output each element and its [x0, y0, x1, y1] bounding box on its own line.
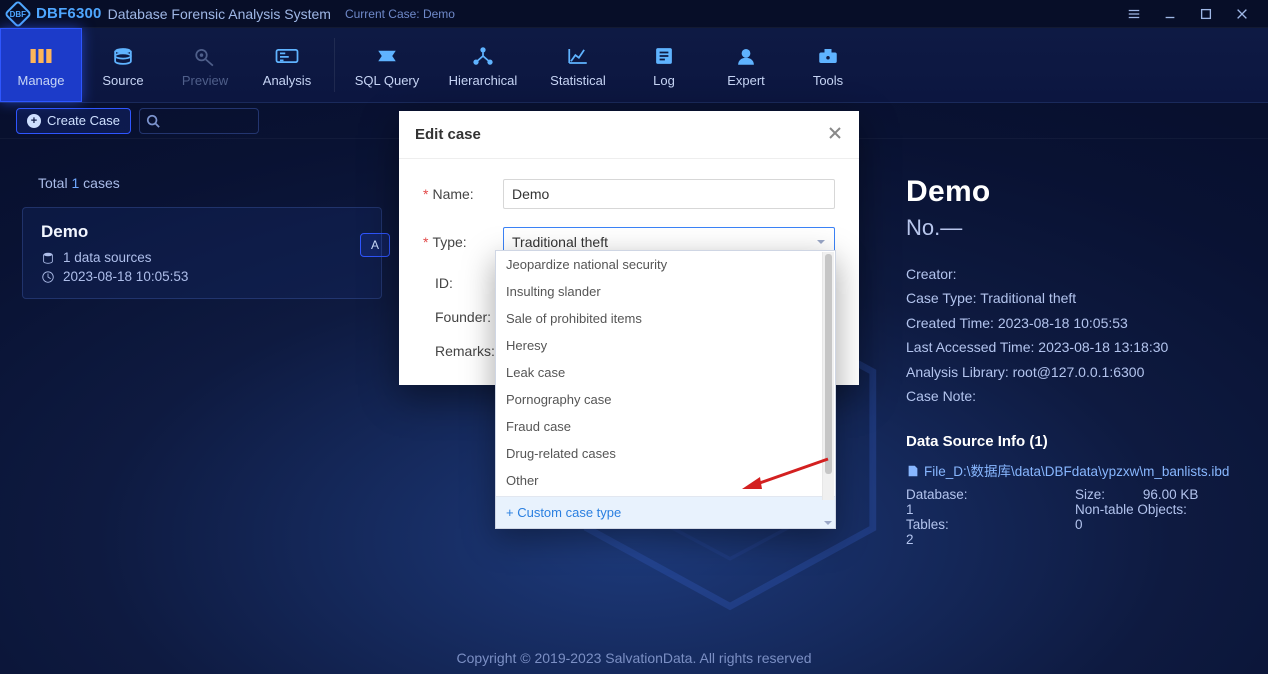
field-label-name: *Name:	[423, 186, 503, 202]
toolbar-label: Log	[653, 73, 675, 88]
toolbar-label: SQL Query	[355, 73, 420, 88]
chevron-down-icon	[816, 234, 826, 250]
type-dropdown: Jeopardize national security Insulting s…	[495, 250, 836, 529]
detail-number: No.—	[906, 215, 1240, 241]
toolbar-preview[interactable]: Preview	[164, 28, 246, 102]
hierarchical-icon	[468, 43, 498, 69]
scrollbar-thumb[interactable]	[825, 254, 832, 474]
dropdown-option[interactable]: Leak case	[496, 359, 835, 386]
toolbar-tools[interactable]: Tools	[787, 28, 869, 102]
window-minimize-button[interactable]	[1152, 0, 1188, 28]
window-maximize-button[interactable]	[1188, 0, 1224, 28]
search-icon	[146, 114, 160, 128]
dropdown-option[interactable]: Other	[496, 467, 835, 494]
case-card-timestamp: 2023-08-18 10:05:53	[41, 269, 363, 284]
toolbar-statistical[interactable]: Statistical	[533, 28, 623, 102]
titlebar-menu-button[interactable]	[1116, 0, 1152, 28]
data-source-heading: Data Source Info (1)	[906, 433, 1240, 450]
preview-icon	[190, 43, 220, 69]
toolbar-analysis[interactable]: Analysis	[246, 28, 328, 102]
case-search-input[interactable]	[139, 108, 259, 134]
log-icon	[649, 43, 679, 69]
sql-icon	[372, 43, 402, 69]
detail-case-type: Case Type: Traditional theft	[906, 287, 1240, 309]
statistical-icon	[563, 43, 593, 69]
toolbar-log[interactable]: Log	[623, 28, 705, 102]
toolbar-label: Preview	[182, 73, 228, 88]
toolbar-label: Analysis	[263, 73, 311, 88]
dropdown-option[interactable]: Fraud case	[496, 413, 835, 440]
detail-accessed-time: Last Accessed Time: 2023-08-18 13:18:30	[906, 336, 1240, 358]
toolbar-sql-query[interactable]: SQL Query	[341, 28, 433, 102]
footer-copyright: Copyright © 2019-2023 SalvationData. All…	[0, 650, 1268, 666]
toolbar-label: Tools	[813, 73, 843, 88]
window-close-button[interactable]	[1224, 0, 1260, 28]
dropdown-option[interactable]: Heresy	[496, 332, 835, 359]
toolbar-label: Manage	[18, 73, 65, 88]
file-icon	[906, 464, 920, 481]
data-source-path: File_D:\数据库\data\DBFdata\ypzxw\m_banlist…	[906, 460, 1240, 481]
tools-icon	[813, 43, 843, 69]
case-card-title: Demo	[41, 222, 363, 242]
manage-icon	[26, 43, 56, 69]
create-case-button[interactable]: + Create Case	[16, 108, 131, 134]
expert-icon	[731, 43, 761, 69]
app-logo-icon: DBF	[4, 0, 32, 28]
ds-col-right: Size: 96.00 KB Non-table Objects: 0	[1075, 487, 1240, 547]
toolbar-label: Source	[102, 73, 143, 88]
toolbar-label: Hierarchical	[449, 73, 518, 88]
database-icon	[108, 43, 138, 69]
dropdown-add-custom[interactable]: + Custom case type	[496, 497, 835, 528]
case-action-button[interactable]: A	[360, 233, 390, 257]
dialog-title: Edit case	[415, 126, 481, 143]
dropdown-option[interactable]: Sale of prohibited items	[496, 305, 835, 332]
analysis-icon	[272, 43, 302, 69]
ds-col-left: Database: 1 Tables: 2	[906, 487, 1027, 547]
title-bar: DBF DBF6300 Database Forensic Analysis S…	[0, 0, 1268, 28]
name-input[interactable]: Demo	[503, 179, 835, 209]
field-label-remarks: Remarks:	[423, 343, 503, 359]
case-card-sources: 1 data sources	[41, 250, 363, 265]
field-label-founder: Founder:	[423, 309, 503, 325]
detail-title: Demo	[906, 175, 1240, 209]
toolbar-manage[interactable]: Manage	[0, 28, 82, 102]
detail-analysis-library: Analysis Library: root@127.0.0.1:6300	[906, 361, 1240, 383]
toolbar-label: Expert	[727, 73, 765, 88]
plus-icon: +	[27, 114, 41, 128]
clock-icon	[41, 270, 55, 284]
toolbar-hierarchical[interactable]: Hierarchical	[433, 28, 533, 102]
current-case-label: Current Case: Demo	[345, 7, 455, 21]
main-toolbar: Manage Source Preview Analysis SQL Query…	[0, 28, 1268, 103]
field-label-type: *Type:	[423, 234, 503, 250]
dropdown-option[interactable]: Pornography case	[496, 386, 835, 413]
dropdown-overflow-caret	[823, 516, 833, 526]
toolbar-separator	[334, 38, 335, 92]
database-small-icon	[41, 251, 55, 265]
case-card[interactable]: Demo 1 data sources 2023-08-18 10:05:53	[22, 207, 382, 299]
toolbar-label: Statistical	[550, 73, 606, 88]
detail-creator: Creator:	[906, 263, 1240, 285]
dropdown-option[interactable]: Drug-related cases	[496, 440, 835, 467]
dropdown-option[interactable]: Jeopardize national security	[496, 251, 835, 278]
detail-case-note: Case Note:	[906, 385, 1240, 407]
field-label-id: ID:	[423, 275, 503, 291]
app-brand-name: DBF6300	[36, 5, 102, 22]
dropdown-scrollbar[interactable]	[822, 252, 834, 500]
dialog-close-button[interactable]	[827, 125, 843, 145]
detail-created-time: Created Time: 2023-08-18 10:05:53	[906, 312, 1240, 334]
create-case-label: Create Case	[47, 113, 120, 128]
case-detail-panel: Demo No.— Creator: Case Type: Traditiona…	[888, 139, 1268, 640]
dropdown-option[interactable]: Insulting slander	[496, 278, 835, 305]
app-brand-desc: Database Forensic Analysis System	[108, 6, 331, 22]
toolbar-expert[interactable]: Expert	[705, 28, 787, 102]
toolbar-source[interactable]: Source	[82, 28, 164, 102]
